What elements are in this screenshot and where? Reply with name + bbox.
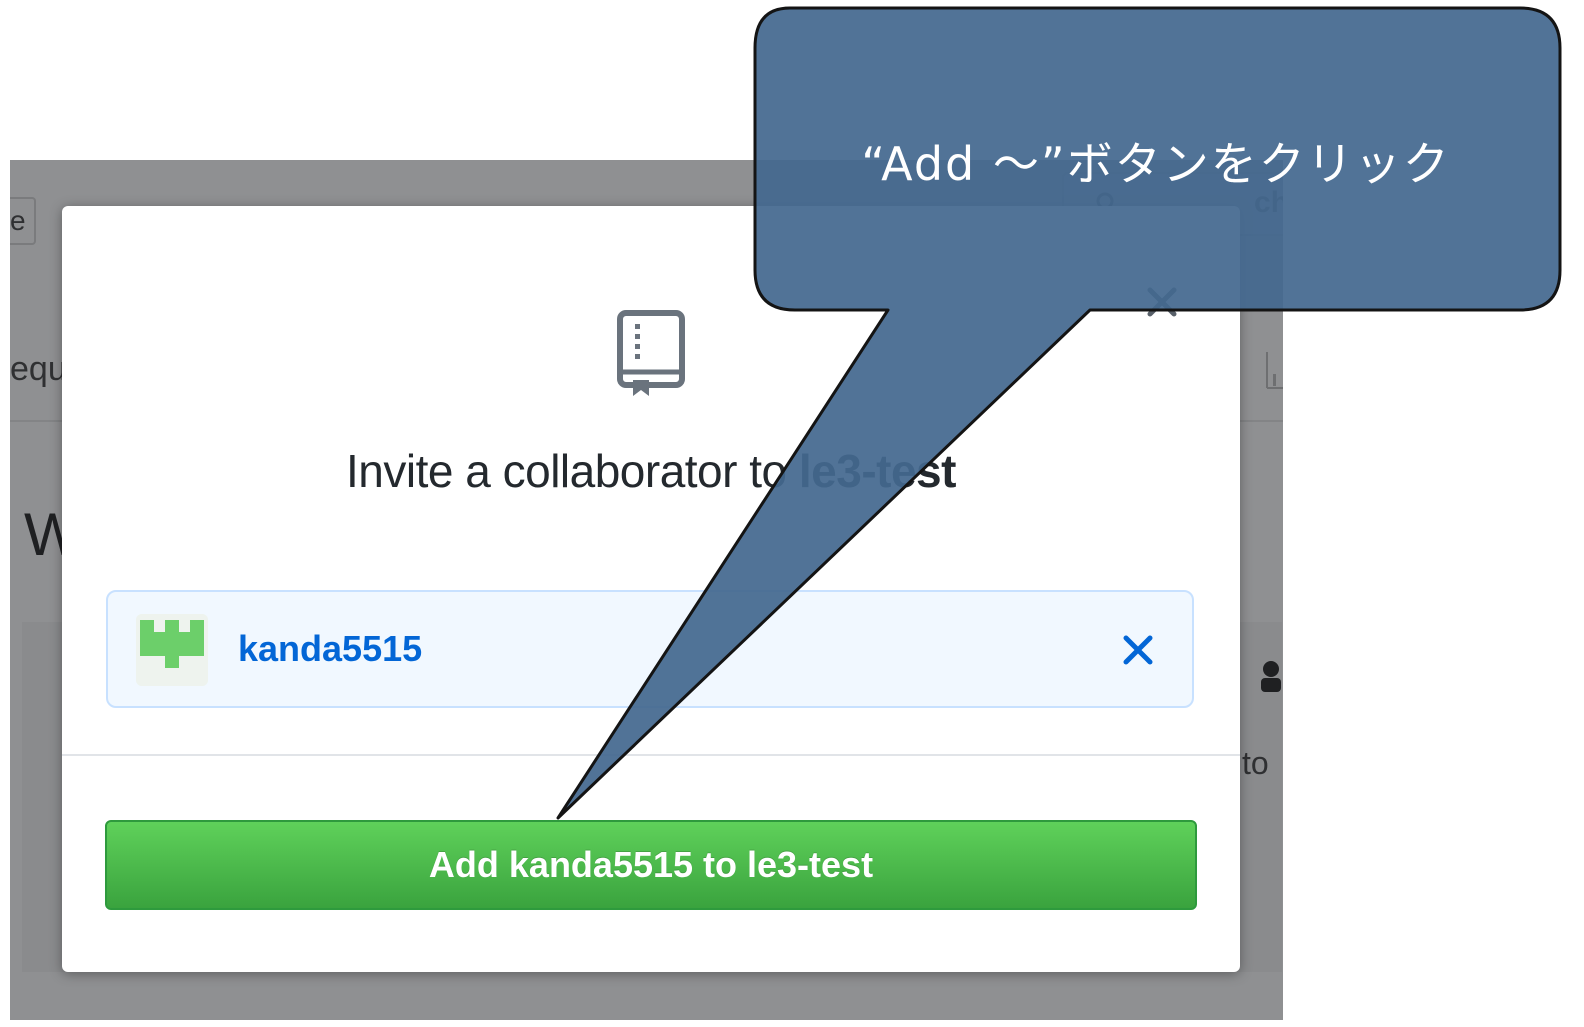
close-icon[interactable]	[1142, 282, 1182, 322]
background-button-fragment: e	[10, 197, 36, 245]
invite-collaborator-dialog: Invite a collaborator to le3-test kanda5…	[62, 206, 1240, 972]
add-collaborator-button[interactable]: Add kanda5515 to le3-test	[105, 820, 1197, 910]
background-tab-fragment: equ	[10, 350, 67, 388]
selected-username[interactable]: kanda5515	[238, 628, 422, 670]
background-search-label: ch	[1254, 186, 1283, 219]
repo-icon	[617, 310, 685, 396]
selected-user-row: kanda5515	[106, 590, 1194, 708]
identicon-avatar	[136, 614, 208, 686]
background-text-fragment: to	[1242, 745, 1269, 781]
dialog-title: Invite a collaborator to le3-test	[62, 444, 1240, 498]
remove-icon[interactable]	[1120, 632, 1156, 668]
dialog-repo-name: le3-test	[798, 445, 957, 497]
screenshot-stage: e ch equ W to Invite a collaborator to l…	[0, 0, 1584, 1027]
graph-icon	[1266, 352, 1283, 389]
person-icon	[1261, 661, 1281, 692]
dialog-title-text: Invite a collaborator to	[346, 445, 799, 497]
dialog-divider	[62, 754, 1240, 756]
